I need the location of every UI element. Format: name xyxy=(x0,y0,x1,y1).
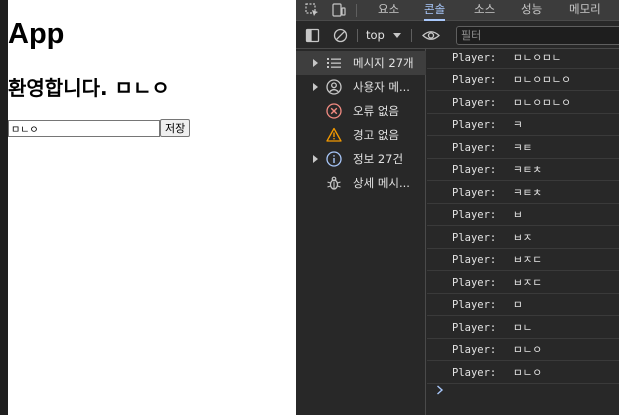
message-prefix: Player: xyxy=(452,74,497,86)
console-message[interactable]: Player: ㅁㄴㅇ xyxy=(427,339,619,361)
tab-elements[interactable]: 요소 xyxy=(378,0,399,21)
inspect-element-icon[interactable] xyxy=(305,3,319,17)
message-value: ㅁㄴㅇㅁㄴ xyxy=(513,52,562,64)
console-message[interactable]: Player: ㅁㄴㅇ xyxy=(427,362,619,384)
list-icon xyxy=(327,58,341,68)
console-message[interactable]: Player: ㅁㄴㅇㅁㄴㅇ xyxy=(427,69,619,91)
console-message[interactable]: Player: ㅋ xyxy=(427,114,619,136)
sidebar-item-label: 사용자 메... xyxy=(353,80,410,94)
console-message[interactable]: Player: ㅂㅈㄷ xyxy=(427,249,619,271)
console-message[interactable]: Player: ㅂ xyxy=(427,204,619,226)
device-toolbar-icon[interactable] xyxy=(332,3,346,17)
tab-sources[interactable]: 소스 xyxy=(474,0,495,21)
sidebar-item-label: 메시지 27개 xyxy=(353,56,414,70)
sidebar-item-label: 상세 메시... xyxy=(353,176,410,190)
message-value: ㅁㄴ xyxy=(513,322,533,334)
devtools-tab-bar: 요소 콘솔 소스 성능 메모리 xyxy=(296,0,619,21)
message-value: ㅁㄴㅇ xyxy=(513,367,542,379)
sidebar-item-user-messages[interactable]: 사용자 메... xyxy=(296,75,426,99)
expand-arrow-icon xyxy=(313,155,318,163)
console-message[interactable]: Player: ㅋㅌㅊ xyxy=(427,159,619,181)
user-icon xyxy=(326,79,342,95)
tab-separator xyxy=(356,4,357,17)
chevron-down-icon xyxy=(392,33,401,38)
message-prefix: Player: xyxy=(452,142,497,154)
message-prefix: Player: xyxy=(452,187,497,199)
sidebar-item-errors[interactable]: 오류 없음 xyxy=(296,99,426,123)
tab-performance[interactable]: 성능 xyxy=(521,0,542,21)
console-message[interactable]: Player: ㅂㅈ xyxy=(427,227,619,249)
message-prefix: Player: xyxy=(452,52,497,64)
sidebar-item-warnings[interactable]: 경고 없음 xyxy=(296,123,426,147)
sidebar-item-info[interactable]: 정보 27건 xyxy=(296,147,426,171)
message-prefix: Player: xyxy=(452,322,497,334)
sidebar-item-label: 오류 없음 xyxy=(353,104,399,118)
name-form: 저장 xyxy=(8,119,191,137)
sidebar-item-label: 정보 27건 xyxy=(353,152,404,166)
message-prefix: Player: xyxy=(452,254,497,266)
app-heading: App xyxy=(8,18,65,50)
name-input[interactable] xyxy=(8,119,160,137)
message-value: ㅂㅈㄷ xyxy=(513,277,542,289)
message-value: ㅋㅌㅊ xyxy=(513,164,542,176)
sidebar-item-messages[interactable]: 메시지 27개 xyxy=(296,51,426,75)
message-value: ㅂ xyxy=(513,209,523,221)
message-value: ㅁㄴㅇ xyxy=(513,344,542,356)
message-prefix: Player: xyxy=(452,164,497,176)
console-message[interactable]: Player: ㅋㅌㅊ xyxy=(427,182,619,204)
console-message[interactable]: Player: ㅂㅈㄷ xyxy=(427,272,619,294)
console-output: Player: ㅁㄴㅇㅁㄴ Player: ㅁㄴㅇㅁㄴㅇ Player: ㅁㄴㅇㅁㄴㅇ… xyxy=(427,49,619,415)
console-message[interactable]: Player: ㅋㅌ xyxy=(427,137,619,159)
sidebar-item-label: 경고 없음 xyxy=(353,128,399,142)
message-prefix: Player: xyxy=(452,209,497,221)
context-selector[interactable]: top xyxy=(366,26,401,45)
console-toolbar: top 필터 xyxy=(296,22,619,49)
console-message[interactable]: Player: ㅁㄴㅇㅁㄴ xyxy=(427,47,619,69)
devtools-panel: 요소 콘솔 소스 성능 메모리 top 필터 메시지 27개 사용자 메... … xyxy=(296,0,619,415)
expand-arrow-icon xyxy=(313,59,318,67)
eye-icon[interactable] xyxy=(422,28,440,43)
message-prefix: Player: xyxy=(452,97,497,109)
welcome-heading: 환영합니다. ㅁㄴㅇ xyxy=(8,76,170,100)
message-value: ㅋㅌㅊ xyxy=(513,187,542,199)
message-prefix: Player: xyxy=(452,277,497,289)
clear-console-icon[interactable] xyxy=(333,28,348,43)
message-prefix: Player: xyxy=(452,344,497,356)
message-prefix: Player: xyxy=(452,119,497,131)
context-label: top xyxy=(366,28,385,42)
sidebar-toggle-icon[interactable] xyxy=(305,28,320,43)
console-sidebar: 메시지 27개 사용자 메... 오류 없음 경고 없음 정보 27건 상세 메… xyxy=(296,49,426,415)
message-value: ㅁ xyxy=(513,299,523,311)
message-value: ㅋㅌ xyxy=(513,142,533,154)
toolbar-separator xyxy=(357,29,358,42)
tab-console[interactable]: 콘솔 xyxy=(424,0,446,21)
message-value: ㅁㄴㅇㅁㄴㅇ xyxy=(513,97,571,109)
console-message[interactable]: Player: ㅁㄴ xyxy=(427,317,619,339)
console-message[interactable]: Player: ㅁㄴㅇㅁㄴㅇ xyxy=(427,92,619,114)
info-icon xyxy=(326,151,342,167)
error-icon xyxy=(326,103,342,119)
message-value: ㅂㅈ xyxy=(513,232,533,244)
web-page: App 환영합니다. ㅁㄴㅇ 저장 xyxy=(0,0,296,415)
filter-input[interactable]: 필터 xyxy=(456,26,619,45)
expand-arrow-icon xyxy=(313,83,318,91)
bug-icon xyxy=(327,176,341,190)
message-prefix: Player: xyxy=(452,367,497,379)
console-message[interactable]: Player: ㅁ xyxy=(427,294,619,316)
message-value: ㅋ xyxy=(513,119,523,131)
save-button[interactable]: 저장 xyxy=(160,119,191,137)
tab-memory[interactable]: 메모리 xyxy=(569,0,601,21)
warning-icon xyxy=(326,127,342,142)
sidebar-item-verbose[interactable]: 상세 메시... xyxy=(296,171,426,195)
toolbar-separator xyxy=(411,29,412,42)
console-prompt-icon[interactable] xyxy=(435,383,445,397)
message-prefix: Player: xyxy=(452,232,497,244)
message-value: ㅂㅈㄷ xyxy=(513,254,542,266)
message-prefix: Player: xyxy=(452,299,497,311)
message-value: ㅁㄴㅇㅁㄴㅇ xyxy=(513,74,571,86)
